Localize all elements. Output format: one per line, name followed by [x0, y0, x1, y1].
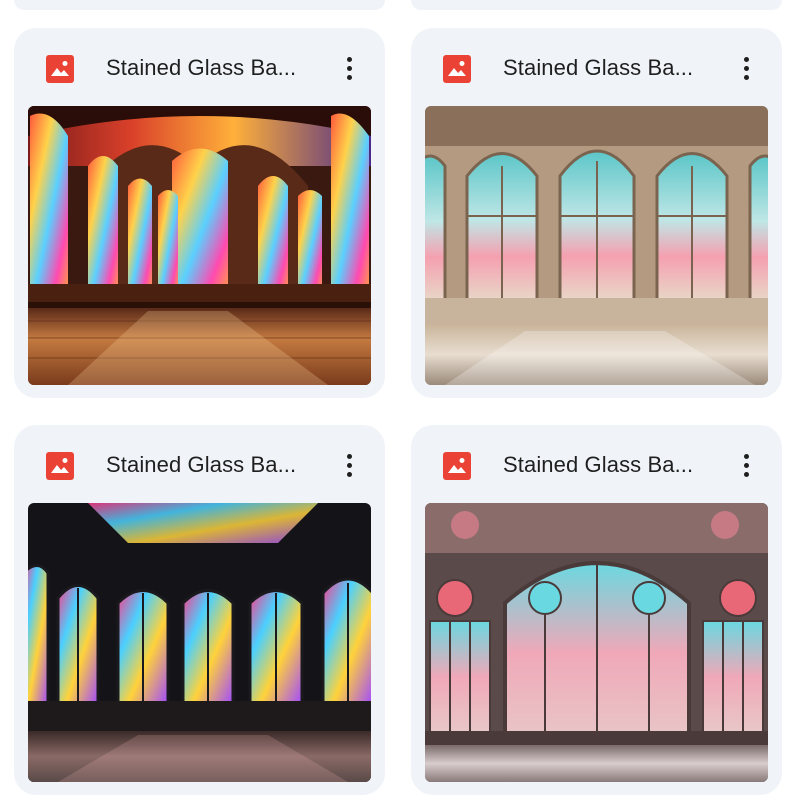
more-vert-icon[interactable] — [333, 447, 365, 483]
image-file-icon — [443, 452, 471, 480]
file-title[interactable]: Stained Glass Ba... — [503, 53, 703, 83]
image-file-icon — [46, 452, 74, 480]
file-thumbnail[interactable] — [425, 503, 768, 782]
file-card-header[interactable]: Stained Glass Ba... — [14, 28, 385, 106]
previous-card-bottom-right[interactable] — [411, 0, 782, 10]
image-file-icon — [46, 55, 74, 83]
image-file-icon — [443, 55, 471, 83]
file-thumbnail[interactable] — [28, 503, 371, 782]
file-card-header[interactable]: Stained Glass Ba... — [411, 425, 782, 503]
file-thumbnail[interactable] — [28, 106, 371, 385]
file-thumbnail[interactable] — [425, 106, 768, 385]
file-card[interactable]: Stained Glass Ba... — [14, 425, 385, 795]
previous-card-bottom-left[interactable] — [14, 0, 385, 10]
more-vert-icon[interactable] — [730, 50, 762, 86]
file-card[interactable]: Stained Glass Ba... — [411, 28, 782, 398]
file-card[interactable]: Stained Glass Ba... — [411, 425, 782, 795]
file-title[interactable]: Stained Glass Ba... — [503, 450, 703, 480]
file-title[interactable]: Stained Glass Ba... — [106, 450, 306, 480]
file-card-header[interactable]: Stained Glass Ba... — [14, 425, 385, 503]
file-title[interactable]: Stained Glass Ba... — [106, 53, 306, 83]
file-card[interactable]: Stained Glass Ba... — [14, 28, 385, 398]
file-card-header[interactable]: Stained Glass Ba... — [411, 28, 782, 106]
more-vert-icon[interactable] — [730, 447, 762, 483]
more-vert-icon[interactable] — [333, 50, 365, 86]
